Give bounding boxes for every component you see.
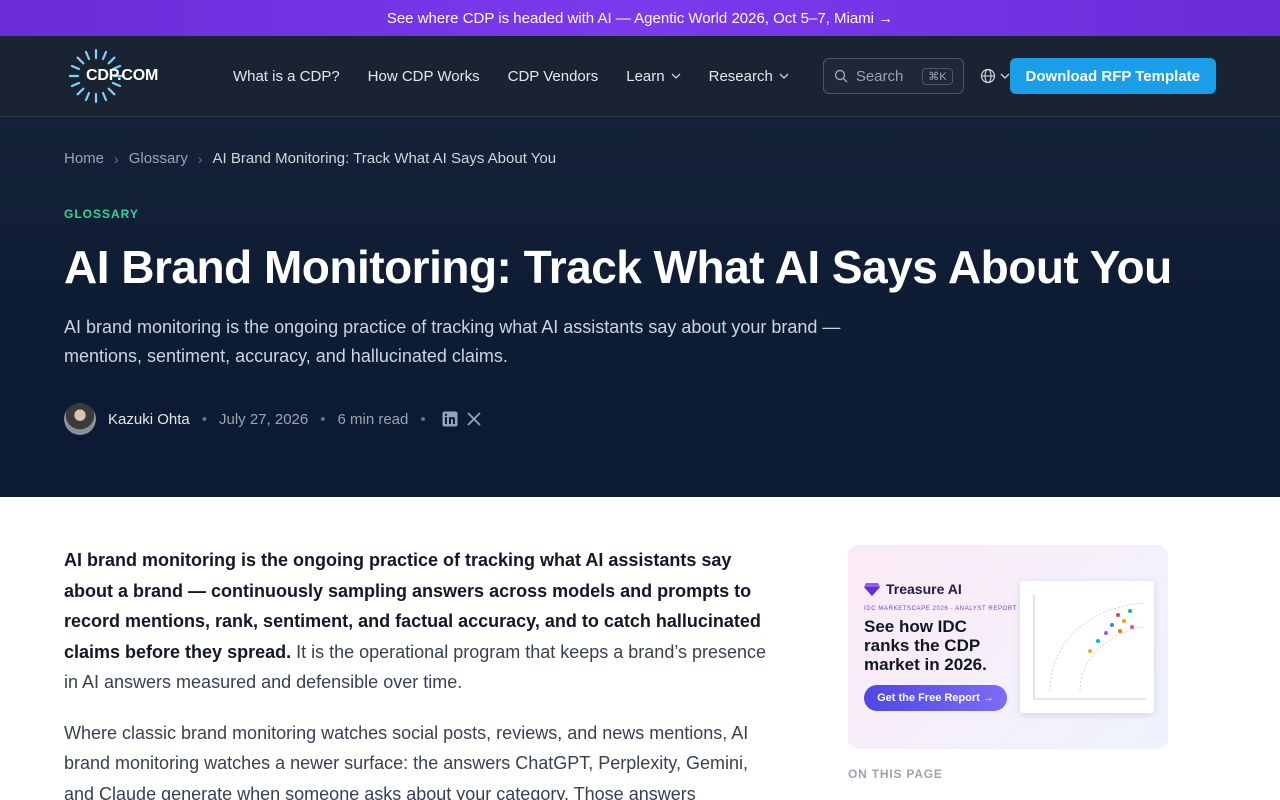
globe-icon <box>980 68 995 84</box>
article-body: AI brand monitoring is the ongoing pract… <box>64 497 774 800</box>
nav-link-what-is-a-cdp[interactable]: What is a CDP? <box>233 68 340 85</box>
site-logo[interactable]: CDP.COM <box>64 44 159 108</box>
treasure-gem-icon <box>864 583 880 596</box>
report-thumbnail <box>1020 581 1154 713</box>
nav-link-cdp-vendors[interactable]: CDP Vendors <box>508 68 599 85</box>
announcement-text[interactable]: See where CDP is headed with AI — Agenti… <box>387 10 893 27</box>
nav-menu-learn-label: Learn <box>626 67 665 85</box>
read-time: 6 min read <box>337 410 409 428</box>
publish-date: July 27, 2026 <box>218 410 309 428</box>
primary-nav: What is a CDP? How CDP Works CDP Vendors… <box>233 68 817 85</box>
download-rfp-button[interactable]: Download RFP Template <box>1009 58 1216 94</box>
breadcrumb: Home › Glossary › AI Brand Monitoring: T… <box>64 117 1216 167</box>
logo-text: CDP.COM <box>86 67 159 84</box>
chevron-down-icon <box>779 73 789 79</box>
chevron-right-icon: › <box>114 150 119 167</box>
ad-brand: Treasure AI <box>864 581 962 597</box>
marketscape-chart-thumbnail <box>1033 595 1146 700</box>
breadcrumb-glossary[interactable]: Glossary <box>129 150 188 167</box>
ad-brand-name: Treasure AI <box>886 581 962 597</box>
breadcrumb-home[interactable]: Home <box>64 150 104 167</box>
main-content: AI brand monitoring is the ongoing pract… <box>0 497 1280 800</box>
ad-kicker: IDC MARKETSCAPE 2026 · ANALYST REPORT <box>864 606 1017 612</box>
chevron-right-icon: › <box>197 150 203 167</box>
page-title: AI Brand Monitoring: Track What AI Says … <box>64 241 1172 293</box>
announcement-bar[interactable]: See where CDP is headed with AI — Agenti… <box>0 0 1280 36</box>
nav-link-how-cdp-works[interactable]: How CDP Works <box>368 68 480 85</box>
linkedin-icon[interactable] <box>442 411 458 427</box>
nav-menu-research[interactable]: Research <box>709 68 789 85</box>
language-selector[interactable] <box>980 68 1010 84</box>
chevron-down-icon <box>671 73 681 79</box>
article-hero: Home › Glossary › AI Brand Monitoring: T… <box>0 117 1280 497</box>
promo-banner[interactable]: Treasure AI IDC MARKETSCAPE 2026 · ANALY… <box>848 545 1168 749</box>
search-icon <box>834 69 848 83</box>
nav-menu-research-label: Research <box>708 67 773 85</box>
get-free-report-button[interactable]: Get the Free Report → <box>864 685 1007 711</box>
meta-separator: • <box>320 410 326 428</box>
search-button[interactable]: Search ⌘K <box>822 58 964 94</box>
article-paragraph: AI brand monitoring is the ongoing pract… <box>64 545 774 698</box>
author-name[interactable]: Kazuki Ohta <box>108 411 190 428</box>
page-lede: AI brand monitoring is the ongoing pract… <box>64 317 841 366</box>
x-twitter-icon[interactable] <box>466 411 482 427</box>
chevron-down-icon <box>1000 73 1009 79</box>
nav-menu-learn[interactable]: Learn <box>626 67 681 85</box>
search-label: Search <box>855 67 904 85</box>
top-navbar: CDP.COM What is a CDP? How CDP Works CDP… <box>0 36 1280 117</box>
ad-headline: See how IDC ranks the CDP market in 2026… <box>864 617 987 674</box>
article-paragraph: Where classic brand monitoring watches s… <box>64 722 749 800</box>
sidebar: Treasure AI IDC MARKETSCAPE 2026 · ANALY… <box>848 497 1168 800</box>
article-meta: Kazuki Ohta • July 27, 2026 • 6 min read… <box>64 403 1216 435</box>
category-eyebrow[interactable]: GLOSSARY <box>64 207 1216 221</box>
meta-separator: • <box>201 410 207 428</box>
share-links <box>442 411 482 427</box>
meta-separator: • <box>420 410 426 428</box>
author-avatar[interactable] <box>64 403 96 435</box>
search-shortcut: ⌘K <box>922 67 953 85</box>
toc-title: ON THIS PAGE <box>848 767 943 781</box>
breadcrumb-current: AI Brand Monitoring: Track What AI Says … <box>212 150 557 167</box>
